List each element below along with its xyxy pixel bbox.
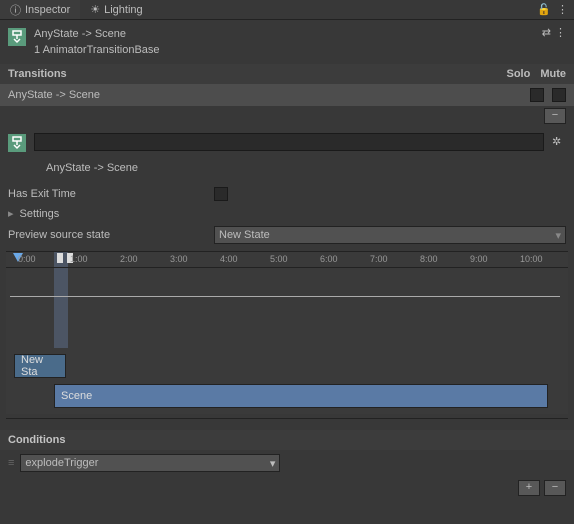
- tick-label: 1:00: [70, 254, 88, 264]
- transition-icon: [8, 134, 26, 152]
- remove-condition-button[interactable]: −: [544, 480, 566, 496]
- named-transition-label: AnyState -> Scene: [0, 158, 574, 184]
- light-icon: ☀: [90, 3, 100, 16]
- info-icon: ⓘ: [10, 2, 21, 18]
- tick-label: 5:00: [270, 254, 288, 264]
- tab-bar: ⓘ Inspector ☀ Lighting 🔓 ⋮: [0, 0, 574, 20]
- transition-row[interactable]: AnyState -> Scene: [0, 84, 574, 106]
- preview-dropdown[interactable]: New State ▾: [214, 226, 566, 244]
- gear-icon[interactable]: ✲: [552, 135, 566, 149]
- timeline-footer: [6, 418, 568, 422]
- solo-checkbox[interactable]: [530, 88, 544, 102]
- tick-label: 0:00: [18, 254, 36, 264]
- name-row: ✲: [0, 126, 574, 158]
- transitions-header: Transitions Solo Mute: [0, 64, 574, 84]
- settings-row[interactable]: ▸ Settings: [0, 204, 574, 223]
- tick-label: 10:00: [520, 254, 543, 264]
- chevron-down-icon: ▾: [270, 457, 276, 470]
- lock-icon[interactable]: 🔓: [537, 3, 551, 16]
- mute-label: Mute: [540, 68, 566, 80]
- tab-label: Lighting: [104, 4, 143, 16]
- menu-icon[interactable]: ⋮: [557, 3, 568, 16]
- preview-label: Preview source state: [8, 229, 208, 241]
- tab-lighting[interactable]: ☀ Lighting: [80, 0, 152, 19]
- selection-region: [54, 268, 68, 348]
- name-input[interactable]: [34, 133, 544, 151]
- asset-title: AnyState -> Scene: [34, 26, 534, 42]
- add-condition-button[interactable]: +: [518, 480, 540, 496]
- condition-dropdown[interactable]: explodeTrigger ▾: [20, 454, 280, 472]
- tick-label: 9:00: [470, 254, 488, 264]
- clip-new-state[interactable]: New Sta: [14, 354, 66, 378]
- tick-label: 7:00: [370, 254, 388, 264]
- remove-transition-button[interactable]: −: [544, 108, 566, 124]
- menu-icon[interactable]: ⋮: [555, 26, 566, 39]
- transition-icon: [8, 28, 26, 46]
- asset-header: AnyState -> Scene 1 AnimatorTransitionBa…: [0, 20, 574, 64]
- options-icon[interactable]: ⇄: [542, 26, 551, 39]
- chevron-down-icon: ▾: [555, 229, 561, 242]
- tick-label: 2:00: [120, 254, 138, 264]
- foldout-icon: ▸: [8, 207, 14, 220]
- asset-subtitle: 1 AnimatorTransitionBase: [34, 42, 534, 58]
- tick-label: 3:00: [170, 254, 188, 264]
- has-exit-time-label: Has Exit Time: [8, 188, 208, 200]
- tick-label: 4:00: [220, 254, 238, 264]
- drag-handle-icon[interactable]: ≡: [8, 457, 14, 469]
- tick-label: 8:00: [420, 254, 438, 264]
- tab-inspector[interactable]: ⓘ Inspector: [0, 0, 80, 19]
- condition-value: explodeTrigger: [25, 457, 98, 469]
- timeline-ruler[interactable]: 0:00 1:00 2:00 3:00 4:00 5:00 6:00 7:00 …: [6, 252, 568, 268]
- condition-row: ≡ explodeTrigger ▾: [0, 450, 574, 476]
- conditions-header: Conditions: [0, 430, 574, 450]
- blend-chart: [6, 268, 568, 348]
- blend-line: [10, 296, 560, 297]
- preview-row: Preview source state New State ▾: [0, 223, 574, 247]
- has-exit-time-checkbox[interactable]: [214, 187, 228, 201]
- clip-tracks: New Sta Scene: [6, 354, 568, 414]
- section-label: Transitions: [8, 68, 67, 80]
- solo-label: Solo: [506, 68, 530, 80]
- tab-label: Inspector: [25, 4, 70, 16]
- tick-label: 6:00: [320, 254, 338, 264]
- preview-value: New State: [219, 229, 270, 241]
- transition-name: AnyState -> Scene: [8, 89, 522, 101]
- has-exit-time-row: Has Exit Time: [0, 184, 574, 204]
- mute-checkbox[interactable]: [552, 88, 566, 102]
- timeline[interactable]: 0:00 1:00 2:00 3:00 4:00 5:00 6:00 7:00 …: [6, 251, 568, 414]
- settings-label: Settings: [20, 208, 60, 220]
- clip-scene[interactable]: Scene: [54, 384, 548, 408]
